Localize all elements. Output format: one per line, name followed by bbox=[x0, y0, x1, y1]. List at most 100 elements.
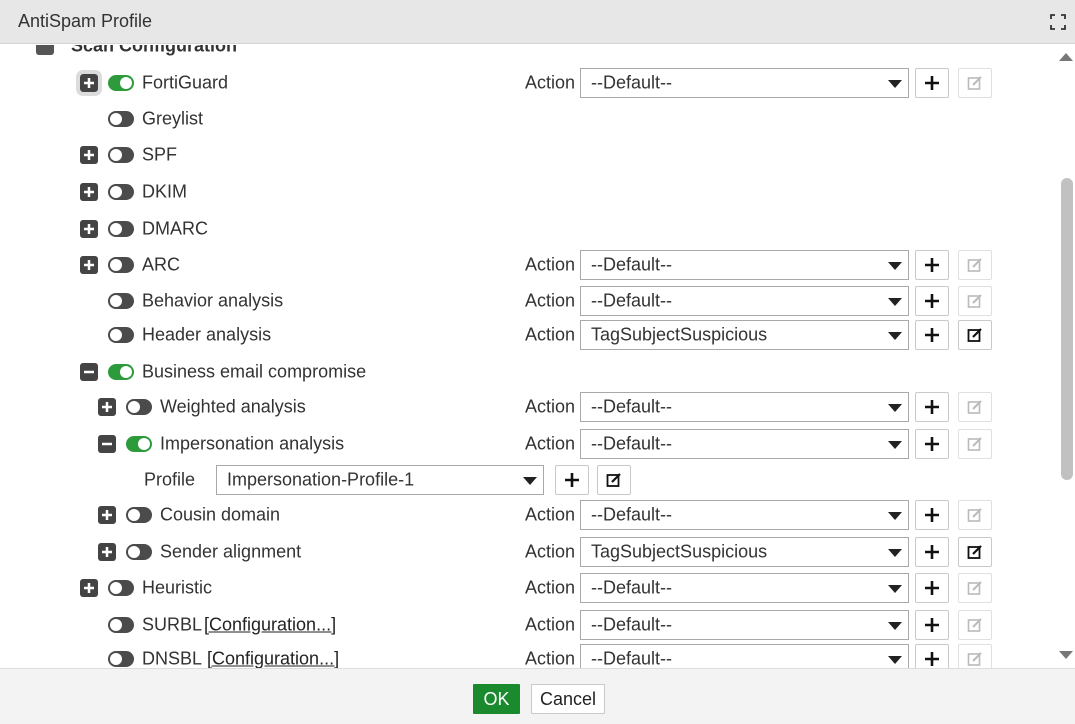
behavior-label: Behavior analysis bbox=[142, 290, 284, 311]
sender-action-select[interactable]: TagSubjectSuspicious bbox=[580, 537, 909, 567]
expand-plus-icon[interactable] bbox=[80, 146, 98, 164]
spf-toggle[interactable] bbox=[108, 147, 134, 163]
edit-icon bbox=[967, 294, 982, 308]
add-button[interactable] bbox=[915, 68, 949, 98]
cousin-toggle[interactable] bbox=[126, 507, 152, 523]
expand-plus-icon[interactable] bbox=[76, 70, 102, 96]
surbl-configuration-link[interactable]: [Configuration...] bbox=[204, 615, 336, 636]
edit-button[interactable] bbox=[958, 537, 992, 567]
behavior-toggle[interactable] bbox=[108, 293, 134, 309]
fullscreen-icon[interactable] bbox=[1049, 13, 1067, 31]
scroll-down-arrow-icon[interactable] bbox=[1059, 651, 1073, 659]
cousin-label: Cousin domain bbox=[160, 504, 281, 525]
edit-button[interactable] bbox=[958, 500, 992, 530]
heuristic-toggle[interactable] bbox=[108, 580, 134, 596]
dnsbl-configuration-link[interactable]: [Configuration...] bbox=[207, 649, 339, 669]
surbl-label: SURBL bbox=[142, 614, 203, 635]
weighted-action-select[interactable]: --Default-- bbox=[580, 392, 909, 422]
dropdown-caret-icon bbox=[888, 80, 902, 88]
expand-plus-icon[interactable] bbox=[98, 506, 116, 524]
impersonation-label: Impersonation analysis bbox=[160, 433, 345, 454]
row-cousin-domain: Cousin domain Action --Default-- bbox=[0, 500, 1057, 530]
bec-toggle[interactable] bbox=[108, 364, 134, 380]
behavior-action-select[interactable]: --Default-- bbox=[580, 286, 909, 316]
header-action-select[interactable]: TagSubjectSuspicious bbox=[580, 320, 909, 350]
edit-button[interactable] bbox=[958, 429, 992, 459]
add-button[interactable] bbox=[915, 610, 949, 640]
add-button[interactable] bbox=[915, 320, 949, 350]
action-label: Action bbox=[525, 72, 576, 93]
edit-button[interactable] bbox=[958, 644, 992, 668]
plus-icon bbox=[925, 294, 939, 308]
row-dmarc: DMARC bbox=[0, 214, 1057, 244]
edit-button[interactable] bbox=[958, 392, 992, 422]
arc-toggle[interactable] bbox=[108, 257, 134, 273]
surbl-action-select[interactable]: --Default-- bbox=[580, 610, 909, 640]
expand-plus-icon[interactable] bbox=[98, 543, 116, 561]
arc-action-select[interactable]: --Default-- bbox=[580, 250, 909, 280]
add-button[interactable] bbox=[915, 500, 949, 530]
add-button[interactable] bbox=[915, 573, 949, 603]
sender-toggle[interactable] bbox=[126, 544, 152, 560]
action-label: Action bbox=[525, 614, 576, 635]
edit-button[interactable] bbox=[958, 573, 992, 603]
ok-button[interactable]: OK bbox=[473, 684, 520, 714]
row-fortiguard: FortiGuard Action --Default-- bbox=[0, 68, 1057, 98]
impersonation-toggle[interactable] bbox=[126, 436, 152, 452]
impersonation-profile-select[interactable]: Impersonation-Profile-1 bbox=[216, 465, 544, 495]
row-impersonation-analysis: Impersonation analysis Action --Default-… bbox=[0, 429, 1057, 459]
collapse-minus-icon[interactable] bbox=[98, 435, 116, 453]
heuristic-action-select[interactable]: --Default-- bbox=[580, 573, 909, 603]
add-button[interactable] bbox=[915, 392, 949, 422]
edit-button[interactable] bbox=[958, 68, 992, 98]
edit-button[interactable] bbox=[958, 286, 992, 316]
spf-label: SPF bbox=[142, 144, 178, 165]
edit-profile-button[interactable] bbox=[597, 465, 631, 495]
dmarc-toggle[interactable] bbox=[108, 221, 134, 237]
row-dkim: DKIM bbox=[0, 177, 1057, 207]
action-label: Action bbox=[525, 396, 576, 417]
edit-button[interactable] bbox=[958, 320, 992, 350]
add-button[interactable] bbox=[915, 537, 949, 567]
dropdown-caret-icon bbox=[523, 477, 537, 485]
surbl-toggle[interactable] bbox=[108, 617, 134, 633]
collapse-icon[interactable] bbox=[36, 45, 54, 55]
add-button[interactable] bbox=[915, 286, 949, 316]
add-button[interactable] bbox=[915, 644, 949, 668]
greylist-toggle[interactable] bbox=[108, 111, 134, 127]
header-toggle[interactable] bbox=[108, 327, 134, 343]
scroll-up-arrow-icon[interactable] bbox=[1059, 53, 1073, 61]
scrollbar-thumb[interactable] bbox=[1061, 178, 1073, 480]
fortiguard-toggle[interactable] bbox=[108, 75, 134, 91]
cousin-action-select[interactable]: --Default-- bbox=[580, 500, 909, 530]
edit-icon bbox=[967, 258, 982, 272]
expand-plus-icon[interactable] bbox=[80, 256, 98, 274]
add-button[interactable] bbox=[915, 250, 949, 280]
dnsbl-toggle[interactable] bbox=[108, 651, 134, 667]
row-spf: SPF bbox=[0, 140, 1057, 170]
action-label: Action bbox=[525, 577, 576, 598]
fortiguard-action-select[interactable]: --Default-- bbox=[580, 68, 909, 98]
dropdown-caret-icon bbox=[888, 549, 902, 557]
row-surbl: SURBL [Configuration...] Action --Defaul… bbox=[0, 610, 1057, 640]
edit-icon bbox=[967, 652, 982, 666]
expand-plus-icon[interactable] bbox=[80, 220, 98, 238]
expand-plus-icon[interactable] bbox=[80, 183, 98, 201]
dnsbl-action-select[interactable]: --Default-- bbox=[580, 644, 909, 668]
section-header: Scan Configuration bbox=[0, 45, 1057, 61]
dkim-label: DKIM bbox=[142, 181, 187, 202]
impersonation-action-select[interactable]: --Default-- bbox=[580, 429, 909, 459]
action-label: Action bbox=[525, 504, 576, 525]
dmarc-label: DMARC bbox=[142, 218, 208, 239]
add-profile-button[interactable] bbox=[555, 465, 589, 495]
edit-button[interactable] bbox=[958, 250, 992, 280]
expand-plus-icon[interactable] bbox=[80, 579, 98, 597]
collapse-minus-icon[interactable] bbox=[80, 363, 98, 381]
expand-plus-icon[interactable] bbox=[98, 398, 116, 416]
dropdown-caret-icon bbox=[888, 441, 902, 449]
cancel-button[interactable]: Cancel bbox=[531, 684, 605, 714]
add-button[interactable] bbox=[915, 429, 949, 459]
dkim-toggle[interactable] bbox=[108, 184, 134, 200]
weighted-toggle[interactable] bbox=[126, 399, 152, 415]
edit-button[interactable] bbox=[958, 610, 992, 640]
